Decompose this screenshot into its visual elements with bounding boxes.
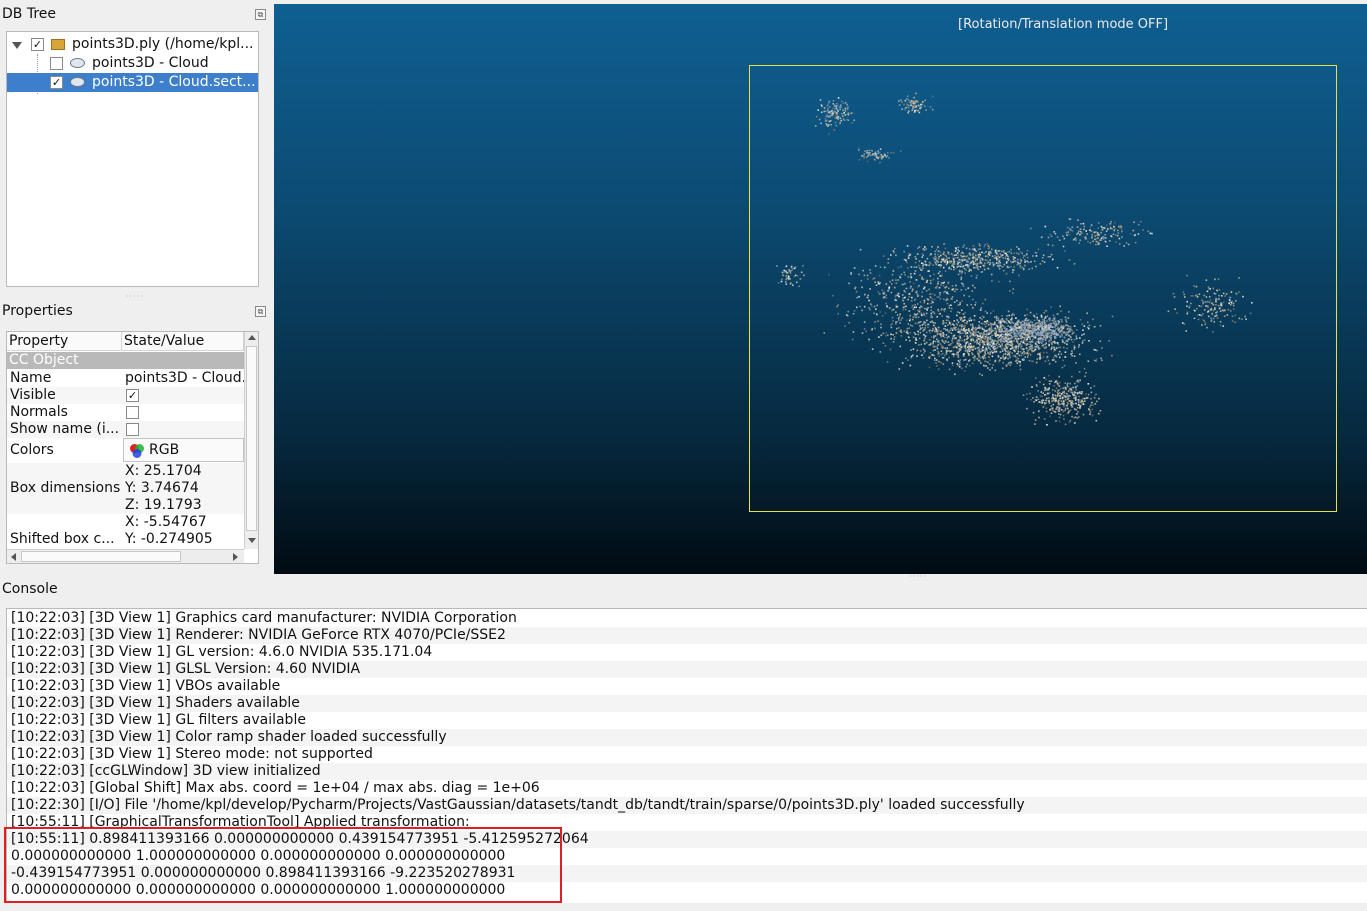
scroll-down-arrow-icon[interactable] bbox=[248, 538, 256, 543]
column-header-property[interactable]: Property bbox=[7, 332, 122, 351]
shifted-box-x: X: -5.54767 bbox=[125, 514, 207, 530]
box-dim-z: Z: 19.1793 bbox=[125, 497, 202, 513]
console-line: [10:22:03] [3D View 1] Color ramp shader… bbox=[7, 729, 1367, 746]
prop-label: Box dimensions bbox=[10, 480, 121, 496]
db-tree[interactable]: ✓ points3D.ply (/home/kpl... points3D - … bbox=[6, 31, 259, 287]
cloud-icon bbox=[70, 58, 85, 68]
tree-item-label: points3D - Cloud.sect... bbox=[92, 74, 256, 90]
tree-item-label: points3D - Cloud bbox=[92, 55, 209, 71]
box-dim-y: Y: 3.74674 bbox=[125, 480, 199, 496]
cloud-icon bbox=[70, 77, 85, 87]
console-line: [10:22:03] [3D View 1] GLSL Version: 4.6… bbox=[7, 661, 1367, 678]
console-line: [10:22:03] [Global Shift] Max abs. coord… bbox=[11, 780, 540, 796]
highlight-annotation bbox=[4, 827, 562, 903]
prop-label: Name bbox=[10, 370, 52, 386]
properties-horizontal-scrollbar[interactable] bbox=[7, 549, 244, 563]
scroll-right-arrow-icon[interactable] bbox=[233, 553, 238, 561]
checkbox-normals[interactable] bbox=[126, 406, 139, 419]
tree-item-cloud-section[interactable]: ✓ points3D - Cloud.sect... bbox=[7, 73, 258, 92]
properties-vertical-scrollbar[interactable] bbox=[244, 332, 258, 549]
expand-arrow-icon[interactable] bbox=[12, 42, 22, 49]
colors-value: RGB bbox=[149, 442, 180, 458]
checkbox-show-name[interactable] bbox=[126, 423, 139, 436]
tree-item-cloud[interactable]: points3D - Cloud bbox=[7, 54, 258, 73]
dbtree-title: DB Tree bbox=[2, 6, 57, 22]
properties-table[interactable]: Property State/Value CC Object Name poin… bbox=[6, 331, 259, 564]
dbtree-float-button[interactable]: ⧉ bbox=[255, 9, 266, 20]
checkbox-cloud[interactable] bbox=[50, 57, 63, 70]
tree-item-root[interactable]: ✓ points3D.ply (/home/kpl... bbox=[7, 35, 258, 54]
column-header-value[interactable]: State/Value bbox=[122, 332, 244, 351]
checkbox-cloud-section[interactable]: ✓ bbox=[50, 76, 63, 89]
prop-label: Shifted box c... bbox=[10, 531, 115, 547]
console-line: [10:22:03] [3D View 1] Stereo mode: not … bbox=[11, 746, 373, 762]
splitter-handle[interactable]: ····· bbox=[909, 572, 927, 581]
prop-row-show-name: Show name (i... bbox=[7, 421, 244, 438]
rgb-icon bbox=[129, 443, 145, 459]
prop-row-normals: Normals bbox=[7, 404, 244, 421]
console-line: [10:22:03] [3D View 1] VBOs available bbox=[11, 678, 281, 694]
scroll-left-arrow-icon[interactable] bbox=[11, 553, 16, 561]
prop-value-name[interactable]: points3D - Cloud.s bbox=[125, 370, 244, 387]
prop-label: Colors bbox=[10, 442, 54, 458]
prop-label: Visible bbox=[10, 387, 56, 403]
scroll-up-arrow-icon[interactable] bbox=[248, 335, 256, 340]
3d-view[interactable]: [Rotation/Translation mode OFF] bbox=[274, 4, 1367, 574]
prop-label: Show name (i... bbox=[10, 421, 120, 437]
checkbox-visible[interactable]: ✓ bbox=[126, 389, 139, 402]
splitter-handle[interactable]: ····· bbox=[126, 292, 144, 301]
properties-title: Properties bbox=[2, 303, 73, 319]
console-line: [10:22:03] [3D View 1] Renderer: NVIDIA … bbox=[7, 627, 1367, 644]
prop-row-colors: Colors RGB bbox=[7, 438, 244, 463]
prop-row-box-dimensions: Box dimensions X: 25.1704 Y: 3.74674 Z: … bbox=[7, 463, 244, 514]
console-line: [10:22:03] [3D View 1] GL filters availa… bbox=[11, 712, 306, 728]
console-line: [10:22:03] [3D View 1] GL version: 4.6.0… bbox=[11, 644, 433, 660]
properties-float-button[interactable]: ⧉ bbox=[255, 306, 266, 317]
console-line: [10:22:30] [I/O] File '/home/kpl/develop… bbox=[7, 797, 1367, 814]
tree-item-label: points3D.ply (/home/kpl... bbox=[72, 36, 254, 52]
prop-row-shifted-box: Shifted box c... X: -5.54767 Y: -0.27490… bbox=[7, 514, 244, 548]
shifted-box-y: Y: -0.274905 bbox=[125, 531, 213, 547]
console-line: [10:22:03] [3D View 1] Graphics card man… bbox=[11, 610, 517, 626]
box-dim-x: X: 25.1704 bbox=[125, 463, 202, 479]
section-header: CC Object bbox=[7, 352, 244, 369]
prop-row-name: Name points3D - Cloud.s bbox=[7, 370, 244, 387]
console-line: [10:22:03] [3D View 1] Shaders available bbox=[7, 695, 1367, 712]
bounding-box bbox=[749, 65, 1337, 512]
colors-dropdown[interactable]: RGB bbox=[123, 438, 244, 462]
scroll-thumb[interactable] bbox=[21, 551, 181, 562]
scroll-thumb[interactable] bbox=[246, 346, 257, 531]
console-title: Console bbox=[2, 581, 58, 597]
prop-label: Normals bbox=[10, 404, 68, 420]
checkbox-root[interactable]: ✓ bbox=[31, 38, 44, 51]
folder-icon bbox=[51, 39, 65, 50]
prop-row-visible: Visible ✓ bbox=[7, 387, 244, 404]
console-line: [10:22:03] [ccGLWindow] 3D view initiali… bbox=[7, 763, 1367, 780]
